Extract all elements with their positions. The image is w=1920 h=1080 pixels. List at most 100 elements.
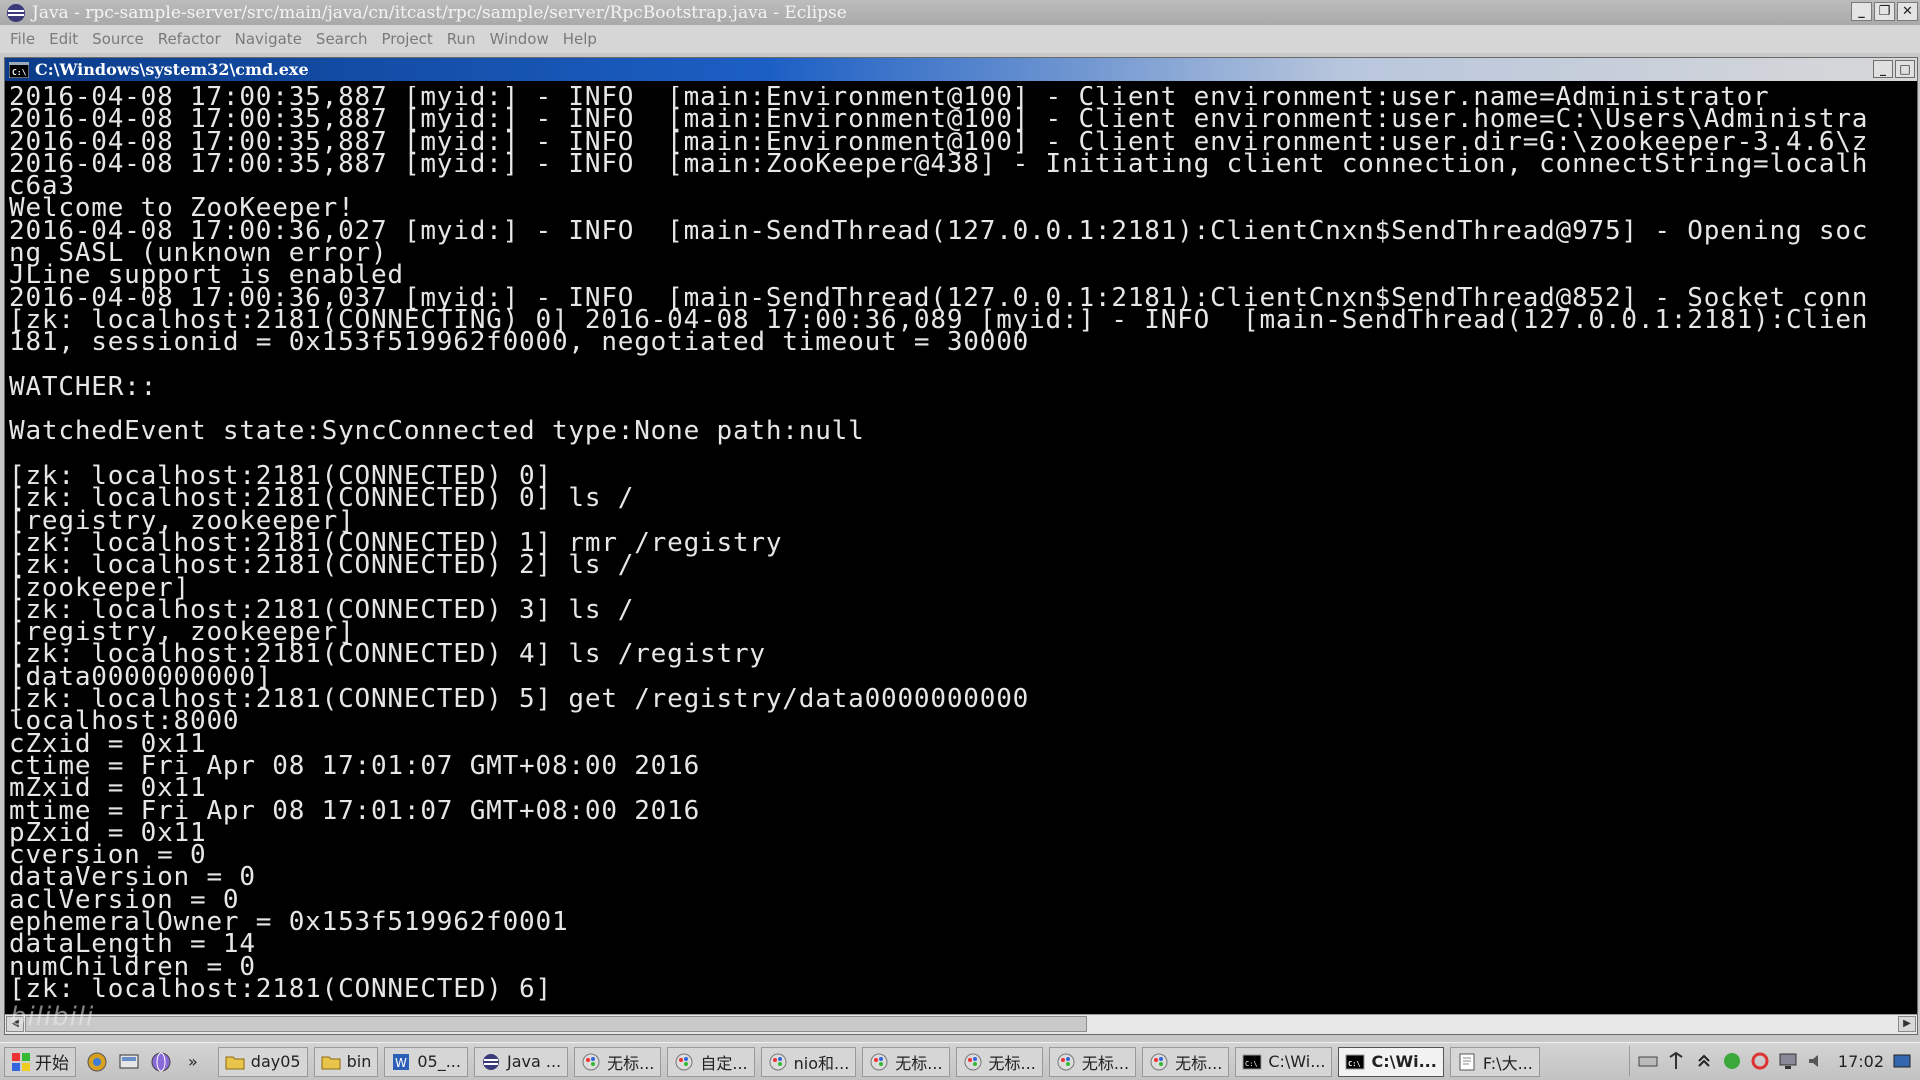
quick-launch-more-icon[interactable]: » — [188, 1052, 198, 1071]
paint-icon — [769, 1053, 787, 1070]
close-button[interactable]: ✕ — [1897, 2, 1918, 21]
minimize-button[interactable]: _ — [1851, 2, 1872, 21]
cmd-title: C:\Windows\system32\cmd.exe — [35, 60, 309, 79]
eclipse-icon — [7, 3, 25, 22]
tray-expand-icon[interactable] — [1694, 1051, 1714, 1071]
taskbar-button-label: 自定... — [700, 1053, 748, 1073]
console-line: ctime = Fri Apr 08 17:01:07 GMT+08:00 20… — [9, 750, 701, 781]
svg-text:C:\: C:\ — [12, 68, 27, 77]
console-line: WatchedEvent state:SyncConnected type:No… — [9, 416, 865, 447]
input-method-icon[interactable] — [1666, 1051, 1686, 1071]
browser-icon[interactable] — [86, 1051, 108, 1073]
globe-icon[interactable] — [150, 1051, 172, 1073]
menu-navigate[interactable]: Navigate — [235, 30, 302, 48]
console-output[interactable]: 2016-04-08 17:00:35,887 [myid:] - INFO [… — [9, 86, 1913, 1002]
cmd-maximize-button[interactable]: □ — [1895, 60, 1915, 78]
network-icon[interactable] — [1722, 1051, 1742, 1071]
task-list: day05 bin W 05_... Java ... 无标... 自定... nio和...… — [212, 1046, 1540, 1077]
folder-icon — [225, 1056, 245, 1069]
console-line: 2016-04-08 17:00:35,887 [myid:] - INFO [… — [9, 148, 1869, 179]
scroll-right-icon[interactable]: ▶ — [1898, 1016, 1916, 1032]
window-title: Java - rpc-sample-server/src/main/java/c… — [32, 2, 847, 23]
cmd-icon: C:\ — [1345, 1054, 1365, 1069]
taskbar-button[interactable]: 无标... — [1142, 1046, 1230, 1077]
taskbar-button[interactable]: Java ... — [473, 1046, 569, 1077]
menu-edit[interactable]: Edit — [49, 30, 78, 48]
taskbar-button-label: 无标... — [895, 1053, 943, 1073]
taskbar-button-label: nio和... — [793, 1053, 850, 1073]
menu-window[interactable]: Window — [490, 30, 549, 48]
security-icon[interactable] — [1750, 1051, 1770, 1071]
paint-icon — [870, 1053, 888, 1070]
cmd-window: C:\ C:\Windows\system32\cmd.exe _ □ 2016… — [4, 57, 1918, 1035]
cmd-title-bar[interactable]: C:\ C:\Windows\system32\cmd.exe _ □ — [5, 58, 1917, 81]
eclipse-icon — [482, 1053, 499, 1070]
show-desktop-icon[interactable] — [118, 1051, 140, 1073]
scrollbar-thumb[interactable] — [25, 1016, 1087, 1032]
display-icon[interactable] — [1778, 1051, 1798, 1071]
console-line: mtime = Fri Apr 08 17:01:07 GMT+08:00 20… — [9, 795, 701, 826]
menu-refactor[interactable]: Refactor — [158, 30, 221, 48]
keyboard-icon[interactable] — [1638, 1051, 1658, 1071]
taskbar-button-label: C:\Wi... — [1268, 1052, 1326, 1071]
folder-icon — [321, 1056, 341, 1069]
cmd-minimize-button[interactable]: _ — [1873, 60, 1893, 78]
console-line: [zk: localhost:2181(CONNECTED) 2] ls / — [9, 550, 635, 581]
taskbar-button[interactable]: 无标... — [574, 1046, 662, 1077]
menu-project[interactable]: Project — [381, 30, 432, 48]
console-line: [zk: localhost:2181(CONNECTED) 5] get /r… — [9, 684, 1030, 715]
volume-icon[interactable] — [1806, 1051, 1826, 1071]
taskbar-button-label: 无标... — [1081, 1053, 1130, 1073]
taskbar-button[interactable]: F:\大... — [1449, 1046, 1540, 1077]
taskbar-button[interactable]: 无标... — [862, 1046, 950, 1077]
desktop-icon[interactable] — [1892, 1051, 1912, 1071]
taskbar-button[interactable]: day05 — [217, 1046, 308, 1077]
paint-icon — [582, 1053, 600, 1070]
menu-help[interactable]: Help — [563, 30, 597, 48]
notepad-icon — [1459, 1053, 1475, 1070]
console-line: [zk: localhost:2181(CONNECTED) 6] — [9, 973, 552, 1002]
restore-button[interactable]: ❐ — [1874, 2, 1895, 21]
console-line: dataVersion = 0 — [9, 862, 256, 893]
word-icon: W — [393, 1053, 410, 1070]
taskbar-button[interactable]: 无标... — [955, 1046, 1043, 1077]
cmd-icon: C:\ — [1242, 1054, 1262, 1069]
taskbar-button-label: bin — [346, 1052, 372, 1071]
cmd-icon: C:\ — [9, 61, 29, 78]
taskbar-button[interactable]: C:\ C:\Wi... — [1338, 1046, 1444, 1077]
window-controls: _ ❐ ✕ — [1851, 2, 1918, 21]
clock[interactable]: 17:02 — [1838, 1052, 1884, 1071]
paint-icon — [1150, 1053, 1168, 1070]
taskbar-button-label: day05 — [250, 1052, 301, 1071]
start-label: 开始 — [35, 1054, 69, 1074]
taskbar-button[interactable]: C:\ C:\Wi... — [1235, 1046, 1333, 1077]
start-button[interactable]: 开始 — [4, 1046, 76, 1077]
menu-source[interactable]: Source — [92, 30, 144, 48]
console-line: [zk: localhost:2181(CONNECTED) 4] ls /re… — [9, 639, 766, 670]
menu-search[interactable]: Search — [316, 30, 368, 48]
taskbar-button[interactable]: bin — [313, 1046, 379, 1077]
paint-icon — [964, 1053, 982, 1070]
cmd-window-controls: _ □ — [1873, 60, 1915, 78]
svg-text:C:\: C:\ — [1348, 1060, 1361, 1068]
bilibili-watermark: bilibili — [10, 1002, 95, 1032]
svg-text:C:\: C:\ — [1245, 1060, 1258, 1068]
paint-icon — [675, 1053, 693, 1070]
taskbar-button[interactable]: 自定... — [667, 1046, 755, 1077]
windows-logo-icon — [12, 1052, 30, 1071]
taskbar-button-label: Java ... — [506, 1052, 562, 1071]
svg-text:W: W — [395, 1056, 407, 1070]
console-line: cversion = 0 — [9, 840, 207, 871]
horizontal-scrollbar[interactable]: ◀ ▶ — [5, 1014, 1917, 1034]
taskbar-button[interactable]: 无标... — [1048, 1046, 1137, 1077]
taskbar-button[interactable]: nio和... — [760, 1046, 857, 1077]
console-line: ephemeralOwner = 0x153f519962f0001 — [9, 906, 569, 937]
taskbar-button-label: 05_... — [417, 1052, 461, 1071]
taskbar-button-label: F:\大... — [1482, 1053, 1533, 1073]
menu-file[interactable]: File — [10, 30, 35, 48]
console-line: WATCHER:: — [9, 371, 158, 402]
taskbar-button[interactable]: W 05_... — [384, 1046, 468, 1077]
menu-run[interactable]: Run — [447, 30, 476, 48]
menu-bar: File Edit Source Refactor Navigate Searc… — [0, 25, 1920, 53]
system-tray: 17:02 — [1628, 1046, 1920, 1076]
